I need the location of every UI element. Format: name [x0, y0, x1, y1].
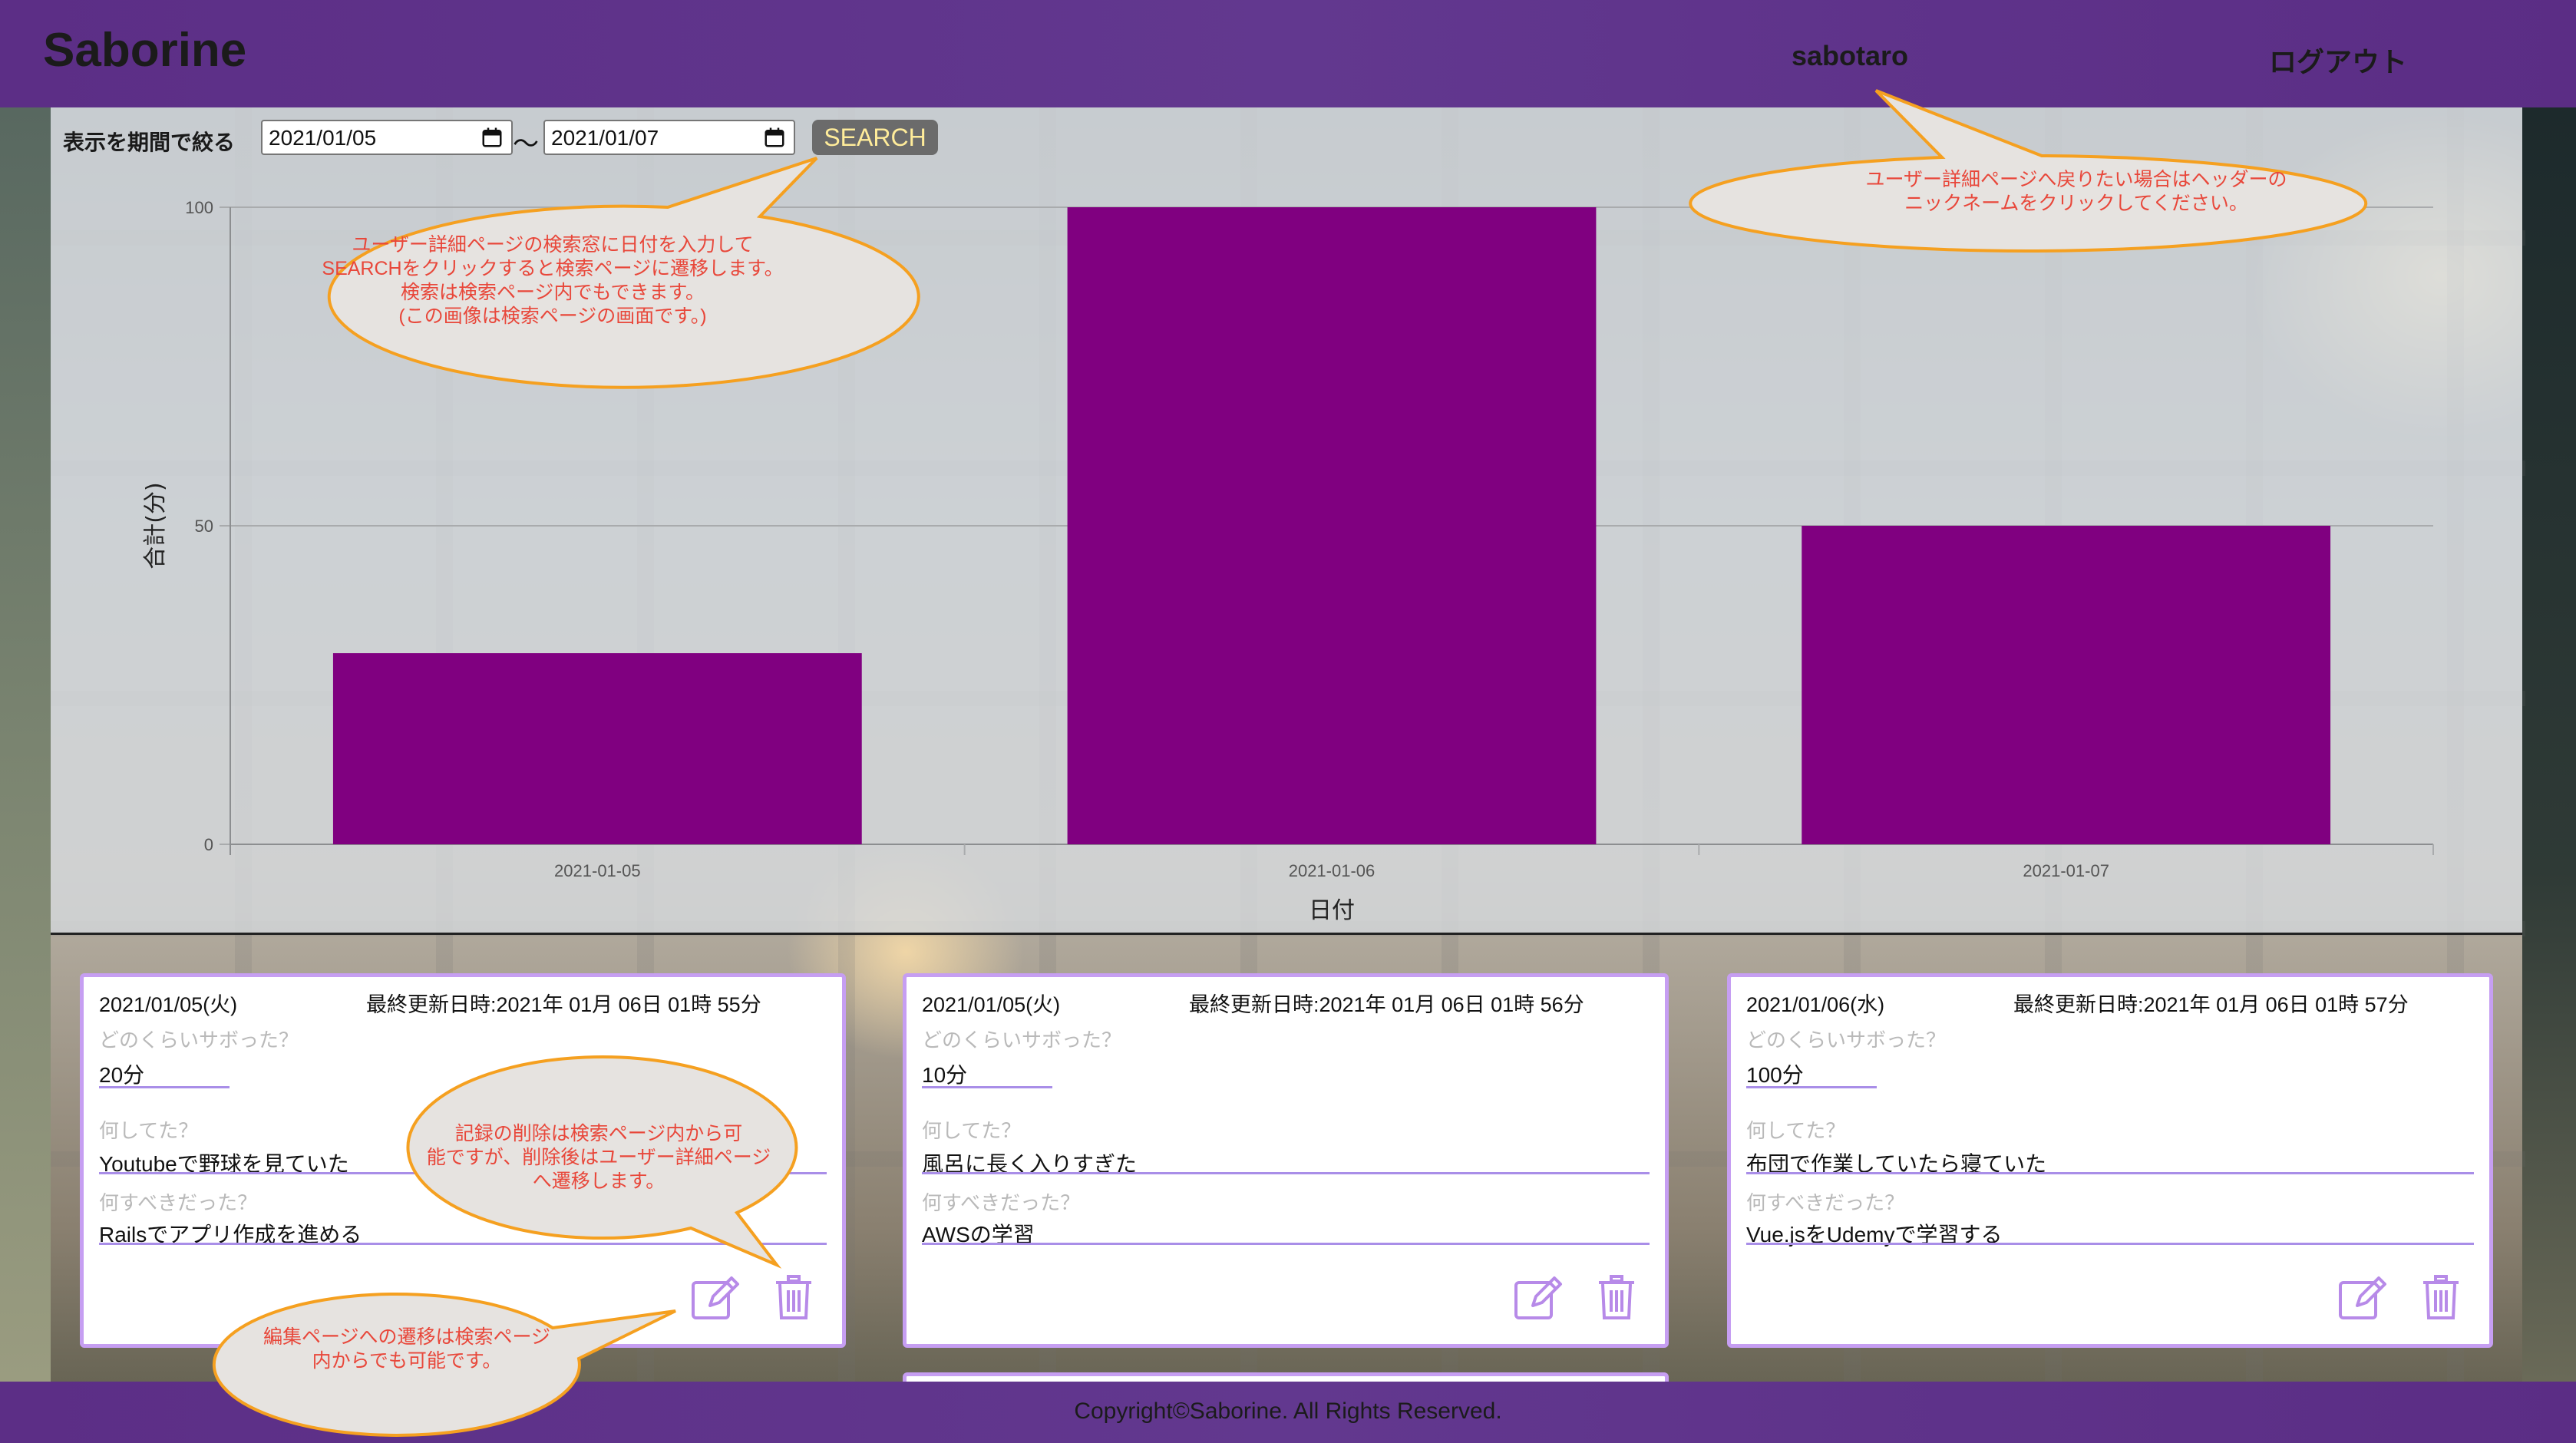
edit-icon[interactable] — [2337, 1275, 2388, 1321]
question-should: 何すべきだった？ — [99, 1191, 258, 1214]
x-axis-title: 日付 — [1309, 897, 1355, 924]
search-callout-text: ユーザー詳細ページの検索窓に日付を入力して SEARCHをクリックすると検索ペー… — [322, 234, 784, 327]
answer-should-underline — [922, 1243, 1650, 1245]
trash-icon[interactable] — [1597, 1275, 1636, 1321]
y-axis-title: 合計(分) — [142, 482, 169, 569]
x-tick-label: 2021-01-07 — [2023, 861, 2109, 880]
question-amount: どのくらいサボった？ — [1746, 1029, 1947, 1052]
question-amount: どのくらいサボった？ — [99, 1029, 299, 1052]
y-tick-label: 50 — [195, 517, 213, 536]
header-callout-text: ユーザー詳細ページへ戻りたい場合はヘッダーの ニックネームをクリックしてください… — [1865, 169, 2287, 214]
record-date: 2021/01/05(火) — [99, 993, 238, 1016]
record-card: 2021/01/05(火) 最終更新日時:2021年 01月 06日 01時 5… — [903, 973, 1669, 1348]
question-should: 何すべきだった？ — [1746, 1191, 1905, 1214]
record-updated: 最終更新日時:2021年 01月 06日 01時 56分 — [1189, 993, 1584, 1016]
answer-doing-underline — [1746, 1172, 2474, 1174]
answer-amount-underline — [922, 1086, 1052, 1088]
x-tick-label: 2021-01-05 — [554, 861, 641, 880]
answer-amount: 100分 — [1746, 1063, 1804, 1087]
answer-amount: 10分 — [922, 1063, 968, 1087]
record-updated: 最終更新日時:2021年 01月 06日 01時 55分 — [366, 993, 761, 1016]
edit-icon[interactable] — [690, 1275, 741, 1321]
trash-icon[interactable] — [2422, 1275, 2460, 1321]
y-tick-label: 0 — [204, 835, 213, 854]
answer-should-underline — [1746, 1243, 2474, 1245]
question-doing: 何してた？ — [1746, 1119, 1846, 1142]
bar — [1802, 526, 2331, 844]
question-amount: どのくらいサボった？ — [922, 1029, 1122, 1052]
bar — [1067, 207, 1597, 844]
record-date: 2021/01/06(水) — [1746, 993, 1885, 1016]
question-doing: 何してた？ — [922, 1119, 1022, 1142]
y-tick-label: 100 — [185, 198, 213, 217]
bar — [332, 653, 862, 844]
record-updated: 最終更新日時:2021年 01月 06日 01時 57分 — [2013, 993, 2409, 1016]
answer-amount-underline — [99, 1086, 230, 1088]
answer-should-underline — [99, 1243, 827, 1245]
x-tick-label: 2021-01-06 — [1289, 861, 1376, 880]
delete-callout-text: 記録の削除は検索ページ内から可 能ですが、削除後はユーザー詳細ページ へ遷移しま… — [426, 1123, 771, 1192]
record-date: 2021/01/05(火) — [922, 993, 1061, 1016]
edit-callout-text: 編集ページへの遷移は検索ページ 内からでも可能です。 — [263, 1326, 550, 1372]
divider — [51, 933, 2522, 935]
edit-icon[interactable] — [1513, 1275, 1564, 1321]
answer-amount: 20分 — [99, 1063, 145, 1087]
answer-doing-underline — [922, 1172, 1650, 1174]
question-doing: 何してた？ — [99, 1119, 199, 1142]
question-should: 何すべきだった？ — [922, 1191, 1081, 1214]
footer: Copyright©Saborine. All Rights Reserved. — [0, 1382, 2576, 1443]
copyright: Copyright©Saborine. All Rights Reserved. — [1074, 1398, 1502, 1424]
answer-amount-underline — [1746, 1086, 1877, 1088]
bar-chart: 0 50 100 2021-01-05 2021-01-06 2021-01-07 日付 合計… — [142, 198, 2434, 924]
record-card: 2021/01/06(水) 最終更新日時:2021年 01月 06日 01時 5… — [1727, 973, 2493, 1348]
trash-icon[interactable] — [774, 1275, 813, 1321]
